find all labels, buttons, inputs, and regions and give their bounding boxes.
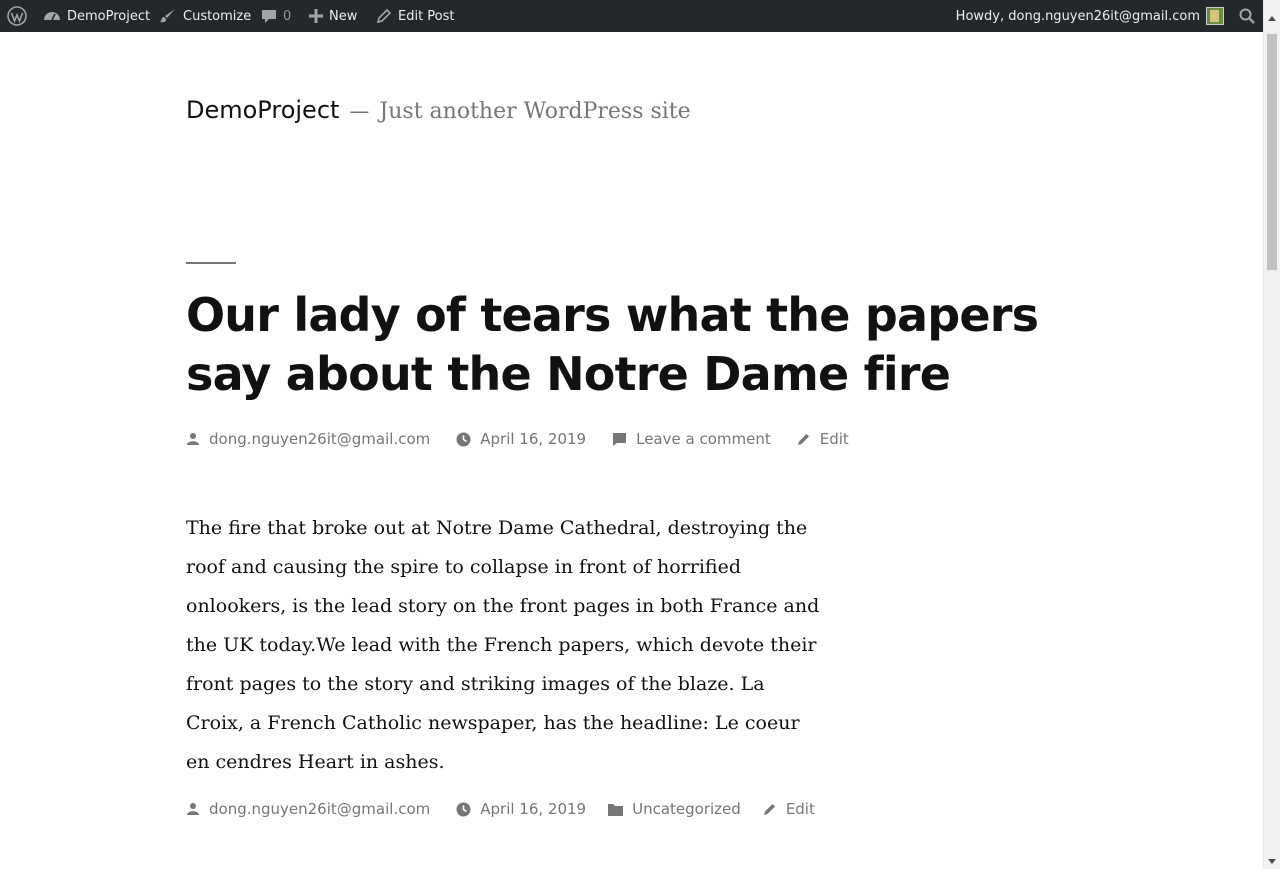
edit-link[interactable]: Edit [820, 430, 849, 448]
comment-icon [262, 10, 276, 23]
gauge-icon [44, 12, 60, 21]
person-icon [187, 803, 199, 815]
post-comments: Leave a comment [612, 430, 771, 448]
clock-icon [456, 432, 471, 446]
page-scrollbar[interactable] [1263, 0, 1280, 869]
post-header-meta: dong.nguyen26it@gmail.com April 16, 2019… [186, 430, 875, 448]
site-name-menu[interactable]: DemoProject [43, 0, 150, 32]
customize-label: Customize [183, 8, 252, 24]
plus-icon [309, 9, 323, 23]
author-link[interactable]: dong.nguyen26it@gmail.com [209, 430, 430, 448]
scroll-up-arrow-icon[interactable] [1268, 16, 1276, 21]
post-title: Our lady of tears what the papers say ab… [186, 288, 1039, 401]
title-divider [186, 262, 236, 264]
search-button[interactable] [1239, 0, 1255, 32]
post-date: April 16, 2019 [456, 430, 586, 448]
brush-icon [160, 9, 175, 23]
search-icon [1239, 8, 1255, 24]
wordpress-icon [7, 6, 27, 26]
comments-link[interactable]: 0 [261, 0, 291, 32]
my-account-menu[interactable]: Howdy, dong.nguyen26it@gmail.com [956, 0, 1224, 32]
post-category: Uncategorized [608, 800, 741, 818]
avatar [1206, 7, 1224, 25]
category-link[interactable]: Uncategorized [632, 800, 741, 818]
site-name-label: DemoProject [67, 8, 151, 24]
folder-icon [608, 803, 624, 816]
post-edit: Edit [797, 430, 849, 448]
date-link[interactable]: April 16, 2019 [480, 800, 586, 818]
customize-link[interactable]: Customize [159, 0, 251, 32]
site-title[interactable]: DemoProject [186, 96, 339, 124]
site-title-separator: — [349, 99, 370, 123]
admin-bar: DemoProject Customize 0 New Edit Post Ho… [0, 0, 1280, 32]
scroll-down-arrow-icon[interactable] [1268, 859, 1276, 864]
pencil-icon [376, 8, 392, 24]
pencil-icon [797, 434, 809, 445]
pencil-icon [763, 804, 775, 815]
comment-icon [613, 432, 627, 446]
new-content-menu[interactable]: New [309, 0, 357, 32]
post-author: dong.nguyen26it@gmail.com [186, 430, 430, 448]
edit-post-label: Edit Post [398, 8, 455, 24]
comments-count: 0 [283, 8, 292, 24]
site-branding: DemoProject — Just another WordPress sit… [186, 96, 691, 124]
post-author: dong.nguyen26it@gmail.com [186, 800, 430, 818]
wp-logo-menu[interactable] [7, 0, 27, 32]
site-tagline: Just another WordPress site [379, 99, 691, 124]
post-edit: Edit [763, 800, 815, 818]
edit-link[interactable]: Edit [786, 800, 815, 818]
person-icon [187, 433, 199, 445]
post-footer-meta: dong.nguyen26it@gmail.com April 16, 2019… [186, 800, 841, 818]
scroll-thumb[interactable] [1267, 34, 1277, 270]
date-link[interactable]: April 16, 2019 [480, 430, 586, 448]
post-content: The fire that broke out at Notre Dame Ca… [186, 517, 820, 773]
author-link[interactable]: dong.nguyen26it@gmail.com [209, 800, 430, 818]
post-date: April 16, 2019 [456, 800, 586, 818]
clock-icon [456, 802, 471, 816]
edit-post-link[interactable]: Edit Post [376, 0, 455, 32]
new-label: New [329, 8, 358, 24]
howdy-label: Howdy, dong.nguyen26it@gmail.com [955, 8, 1200, 24]
leave-comment-link[interactable]: Leave a comment [636, 430, 771, 448]
